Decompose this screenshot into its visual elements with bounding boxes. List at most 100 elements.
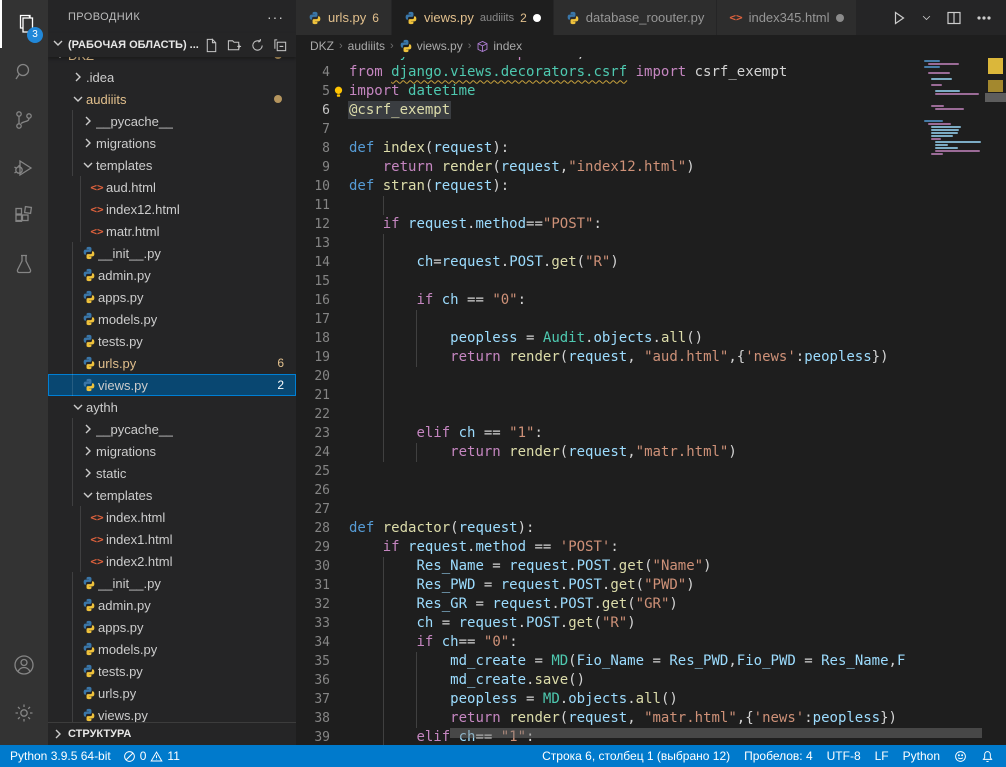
code-line-30[interactable]: 30 Res_Name = request.POST.get("Name") xyxy=(296,557,920,576)
code-line-31[interactable]: 31 Res_PWD = request.POST.get("PWD") xyxy=(296,576,920,595)
breadcrumb-item-views-py[interactable]: views.py xyxy=(399,39,463,53)
code-line-38[interactable]: 38 return render(request, "matr.html",{'… xyxy=(296,709,920,728)
code-line-16[interactable]: 16 if ch == "0": xyxy=(296,291,920,310)
workspace-section-header[interactable]: (РАБОЧАЯ ОБЛАСТЬ) ... xyxy=(48,33,296,57)
line-number[interactable]: 7 xyxy=(296,120,330,139)
code-line-24[interactable]: 24 return render(request,"matr.html") xyxy=(296,443,920,462)
tree-file-index12-html[interactable]: <>index12.html xyxy=(48,198,296,220)
line-number[interactable]: 38 xyxy=(296,709,330,728)
activity-account[interactable] xyxy=(0,641,48,689)
line-number[interactable]: 35 xyxy=(296,652,330,671)
code-line-36[interactable]: 36 md_create.save() xyxy=(296,671,920,690)
code-line-11[interactable]: 11 xyxy=(296,196,920,215)
code-line-27[interactable]: 27 xyxy=(296,500,920,519)
line-number[interactable]: 27 xyxy=(296,500,330,519)
tree-file-index1-html[interactable]: <>index1.html xyxy=(48,528,296,550)
code-editor[interactable]: 3from aythh.models import MD,Audit4from … xyxy=(296,35,920,745)
breadcrumb-item-audiiits[interactable]: audiiits xyxy=(348,39,385,53)
line-number[interactable]: 13 xyxy=(296,234,330,253)
breadcrumb-item-index[interactable]: index xyxy=(476,39,522,53)
line-number[interactable]: 23 xyxy=(296,424,330,443)
vertical-scrollbar-slider[interactable] xyxy=(985,93,1006,102)
code-line-21[interactable]: 21 xyxy=(296,386,920,405)
breadcrumb-item-DKZ[interactable]: DKZ xyxy=(310,39,334,53)
tree-file-models-py[interactable]: models.py xyxy=(48,638,296,660)
activity-run-debug[interactable] xyxy=(0,144,48,192)
line-number[interactable]: 25 xyxy=(296,462,330,481)
tree-folder-templates[interactable]: templates xyxy=(48,154,296,176)
line-number[interactable]: 21 xyxy=(296,386,330,405)
line-number[interactable]: 22 xyxy=(296,405,330,424)
tree-file-apps-py[interactable]: apps.py xyxy=(48,616,296,638)
feedback-item[interactable] xyxy=(954,750,967,763)
code-line-13[interactable]: 13 xyxy=(296,234,920,253)
tree-folder-migrations[interactable]: migrations xyxy=(48,440,296,462)
line-number[interactable]: 34 xyxy=(296,633,330,652)
code-line-10[interactable]: 10def stran(request): xyxy=(296,177,920,196)
line-number[interactable]: 20 xyxy=(296,367,330,386)
horizontal-scrollbar[interactable] xyxy=(450,728,982,738)
tree-file-urls-py[interactable]: urls.py6 xyxy=(48,352,296,374)
activity-settings[interactable] xyxy=(0,689,48,737)
line-number[interactable]: 5 xyxy=(296,82,330,101)
code-line-17[interactable]: 17 xyxy=(296,310,920,329)
line-number[interactable]: 26 xyxy=(296,481,330,500)
line-number[interactable]: 37 xyxy=(296,690,330,709)
new-folder-icon[interactable] xyxy=(227,38,242,53)
code-line-25[interactable]: 25 xyxy=(296,462,920,481)
code-line-15[interactable]: 15 xyxy=(296,272,920,291)
tree-folder--pycache-[interactable]: __pycache__ xyxy=(48,418,296,440)
python-interpreter-item[interactable]: Python 3.9.5 64-bit xyxy=(10,749,111,763)
line-number[interactable]: 10 xyxy=(296,177,330,196)
line-number[interactable]: 30 xyxy=(296,557,330,576)
line-number[interactable]: 18 xyxy=(296,329,330,348)
split-editor-button[interactable] xyxy=(946,10,962,26)
run-button[interactable] xyxy=(891,10,907,26)
overview-ruler[interactable] xyxy=(985,35,1006,745)
activity-search[interactable] xyxy=(0,48,48,96)
code-line-18[interactable]: 18 peopless = Audit.objects.all() xyxy=(296,329,920,348)
line-number[interactable]: 29 xyxy=(296,538,330,557)
code-line-7[interactable]: 7 xyxy=(296,120,920,139)
tree-file-tests-py[interactable]: tests.py xyxy=(48,660,296,682)
tab-views-py[interactable]: views.pyaudiiits2 xyxy=(392,0,554,35)
tree-file-admin-py[interactable]: admin.py xyxy=(48,264,296,286)
tree-file-tests-py[interactable]: tests.py xyxy=(48,330,296,352)
lightbulb-icon[interactable] xyxy=(332,85,345,98)
line-number[interactable]: 16 xyxy=(296,291,330,310)
code-line-14[interactable]: 14 ch=request.POST.get("R") xyxy=(296,253,920,272)
tree-file-aud-html[interactable]: <>aud.html xyxy=(48,176,296,198)
code-line-22[interactable]: 22 xyxy=(296,405,920,424)
line-number[interactable]: 4 xyxy=(296,63,330,82)
tree-file-index-html[interactable]: <>index.html xyxy=(48,506,296,528)
tree-file-urls-py[interactable]: urls.py xyxy=(48,682,296,704)
code-line-33[interactable]: 33 ch = request.POST.get("R") xyxy=(296,614,920,633)
code-line-32[interactable]: 32 Res_GR = request.POST.get("GR") xyxy=(296,595,920,614)
refresh-icon[interactable] xyxy=(250,38,265,53)
line-number[interactable]: 9 xyxy=(296,158,330,177)
indentation-item[interactable]: Пробелов: 4 xyxy=(744,749,813,763)
code-line-19[interactable]: 19 return render(request, "aud.html",{'n… xyxy=(296,348,920,367)
code-line-4[interactable]: 4from django.views.decorators.csrf impor… xyxy=(296,63,920,82)
line-number[interactable]: 39 xyxy=(296,728,330,746)
tree-folder-static[interactable]: static xyxy=(48,462,296,484)
line-number[interactable]: 14 xyxy=(296,253,330,272)
line-number[interactable]: 15 xyxy=(296,272,330,291)
line-number[interactable]: 31 xyxy=(296,576,330,595)
encoding-item[interactable]: UTF-8 xyxy=(827,749,861,763)
code-line-23[interactable]: 23 elif ch == "1": xyxy=(296,424,920,443)
line-number[interactable]: 11 xyxy=(296,196,330,215)
code-line-5[interactable]: 5import datetime xyxy=(296,82,920,101)
activity-source-control[interactable] xyxy=(0,96,48,144)
language-mode-item[interactable]: Python xyxy=(903,749,940,763)
code-line-35[interactable]: 35 md_create = MD(Fio_Name = Res_PWD,Fio… xyxy=(296,652,920,671)
tab-database-roouter-py[interactable]: database_roouter.py xyxy=(554,0,718,35)
problems-item[interactable]: 0 11 xyxy=(123,749,180,763)
code-line-37[interactable]: 37 peopless = MD.objects.all() xyxy=(296,690,920,709)
line-number[interactable]: 19 xyxy=(296,348,330,367)
tree-folder-aythh[interactable]: aythh xyxy=(48,396,296,418)
activity-extensions[interactable] xyxy=(0,192,48,240)
tree-folder-audiiits[interactable]: audiiits xyxy=(48,88,296,110)
activity-testing[interactable] xyxy=(0,240,48,288)
line-number[interactable]: 12 xyxy=(296,215,330,234)
